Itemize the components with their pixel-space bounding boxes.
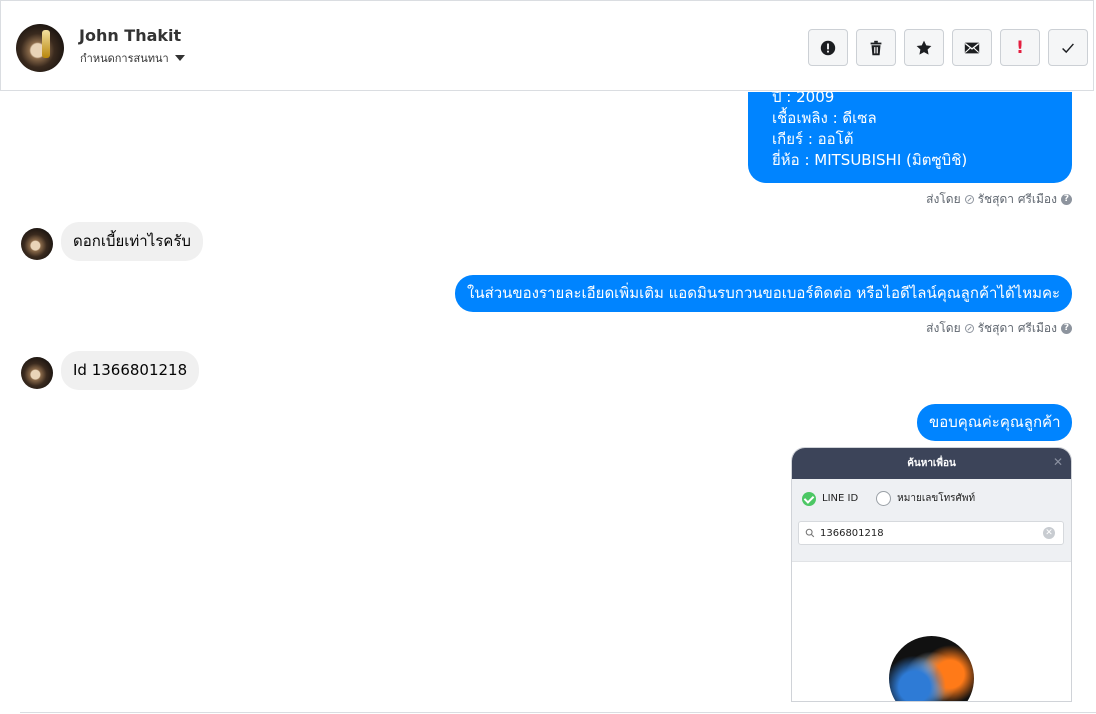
radio-checked-icon — [802, 491, 816, 506]
message-bubble-incoming[interactable]: Id 1366801218 — [61, 351, 200, 390]
mark-important-button[interactable]: ! — [1000, 29, 1040, 66]
chevron-down-icon — [174, 55, 185, 61]
blocked-icon — [964, 324, 974, 333]
contact-name[interactable]: John Thakit — [79, 26, 181, 45]
sent-by-label: ส่งโดย รัชสุดา ศรีเมือง ? — [926, 319, 1072, 338]
close-icon: ✕ — [1052, 455, 1063, 469]
message-bubble-outgoing[interactable]: ขอบคุณค่ะคุณลูกค้า — [917, 404, 1072, 441]
line-dialog-title: ค้นหาเพื่อน — [907, 458, 956, 469]
line-search-value: 1366801218 — [820, 527, 884, 539]
search-icon — [805, 528, 815, 538]
contact-avatar-small — [21, 357, 53, 389]
message-bubble-outgoing[interactable]: ในส่วนของรายละเอียดเพิ่มเติม แอดมินรบกวน… — [455, 275, 1072, 312]
message-bubble-outgoing[interactable]: ปี : 2009 เชื้อเพลิง : ดีเซล เกียร์ : ออ… — [748, 92, 1072, 183]
mail-button[interactable] — [952, 29, 992, 66]
agent-name: รัชสุดา ศรีเมือง — [977, 321, 1057, 335]
message-line: ปี : 2009 — [772, 92, 835, 106]
line-dialog-title-bar: ค้นหาเพื่อน ✕ — [792, 448, 1071, 479]
delete-button[interactable] — [856, 29, 896, 66]
sent-by-label: ส่งโดย รัชสุดา ศรีเมือง ? — [926, 190, 1072, 209]
check-icon — [1062, 42, 1074, 53]
mail-icon — [964, 42, 980, 53]
message-line: เชื้อเพลิง : ดีเซล — [772, 109, 877, 127]
star-icon — [916, 40, 932, 55]
sent-by-text: ส่งโดย — [926, 321, 961, 335]
contact-avatar[interactable] — [16, 24, 64, 72]
line-search-field: 1366801218 ✕ — [798, 521, 1064, 545]
image-attachment[interactable]: ค้นหาเพื่อน ✕ LINE ID หมายเลขโทรศัพท์ 13… — [791, 447, 1072, 702]
mark-done-button[interactable] — [1048, 29, 1088, 66]
message-line: เกียร์ : ออโต้ — [772, 130, 854, 148]
clear-icon: ✕ — [1043, 527, 1055, 539]
help-icon[interactable]: ? — [1061, 323, 1072, 334]
report-button[interactable] — [808, 29, 848, 66]
conversation-header: John Thakit กำหนดการสนทนา ! — [0, 0, 1094, 91]
exclamation-icon: ! — [1016, 37, 1024, 58]
radio-unchecked-icon — [876, 491, 892, 506]
report-icon — [820, 40, 836, 55]
help-icon[interactable]: ? — [1061, 194, 1072, 205]
trash-icon — [870, 40, 882, 55]
star-button[interactable] — [904, 29, 944, 66]
phone-option: หมายเลขโทรศัพท์ — [897, 493, 976, 504]
search-type-options: LINE ID หมายเลขโทรศัพท์ — [802, 491, 975, 506]
message-line: ยี่ห้อ : MITSUBISHI (มิตซูบิชิ) — [772, 151, 968, 169]
sent-by-text: ส่งโดย — [926, 192, 961, 206]
profile-picture — [889, 636, 974, 701]
contact-avatar-small — [21, 228, 53, 260]
blocked-icon — [964, 195, 974, 204]
conversation-settings-dropdown[interactable]: กำหนดการสนทนา — [80, 49, 185, 67]
message-bubble-incoming[interactable]: ดอกเบี้ยเท่าไรครับ — [61, 222, 203, 261]
agent-name: รัชสุดา ศรีเมือง — [977, 192, 1057, 206]
divider — [20, 712, 1096, 713]
line-search-panel: LINE ID หมายเลขโทรศัพท์ 1366801218 ✕ — [792, 479, 1071, 562]
conversation-settings-label: กำหนดการสนทนา — [80, 52, 169, 65]
line-id-option: LINE ID — [822, 493, 859, 504]
